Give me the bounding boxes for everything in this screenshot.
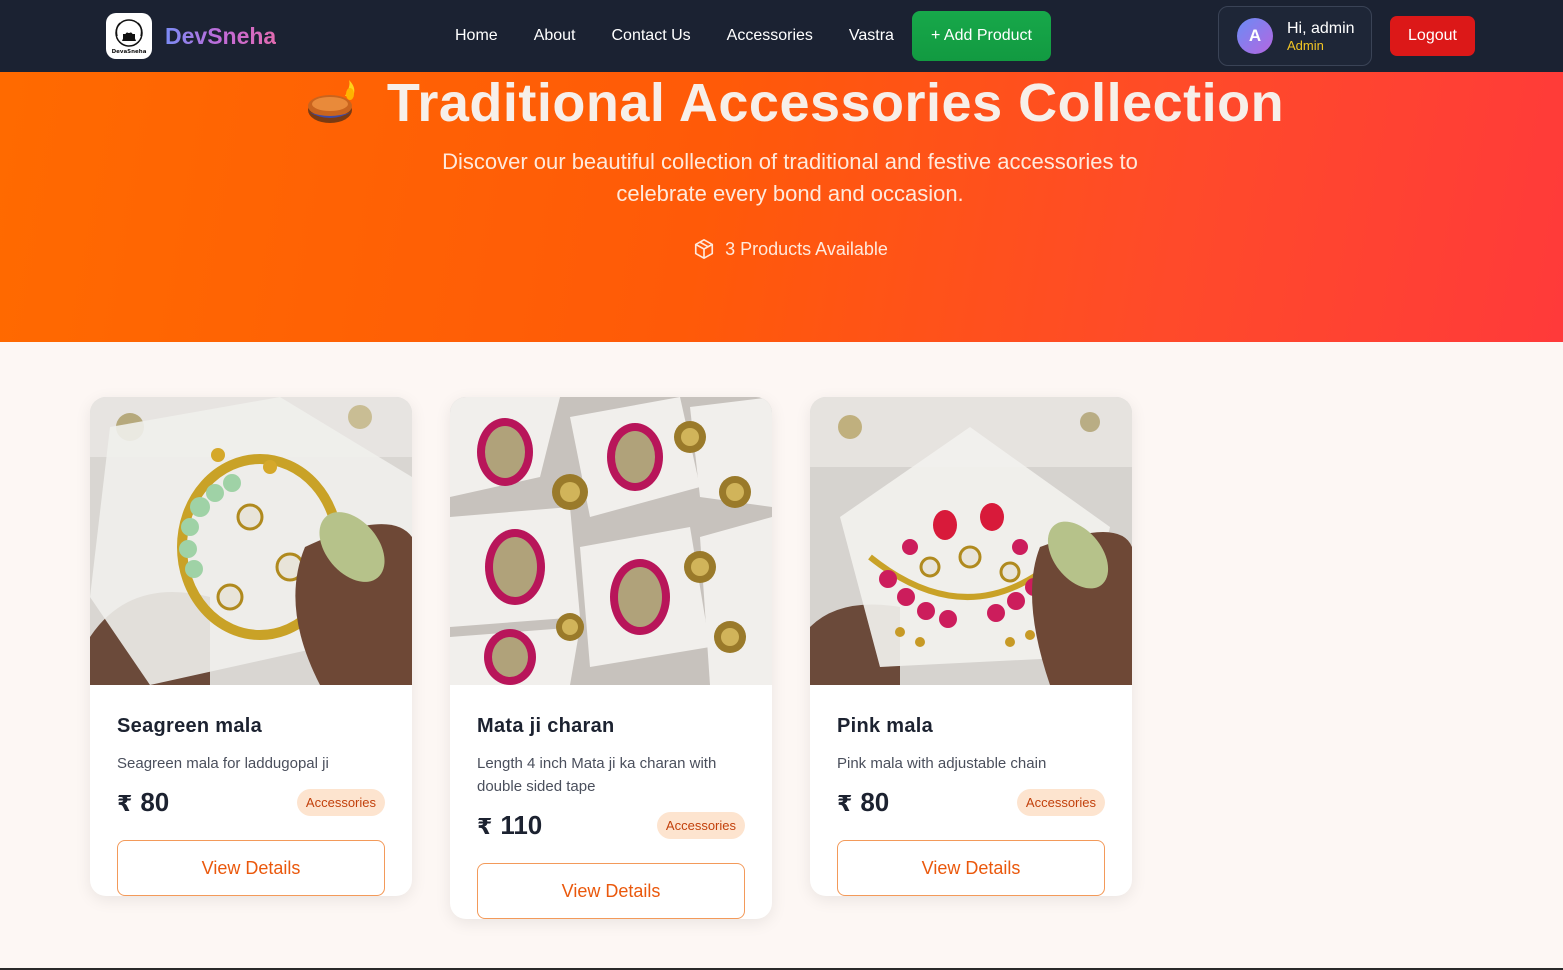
rupee-symbol: ₹ — [837, 791, 853, 816]
brand-name: DevSneha — [165, 22, 277, 49]
category-badge: Accessories — [656, 812, 745, 839]
product-name: Seagreen mala — [117, 715, 263, 737]
package-icon — [695, 239, 714, 259]
product-card-body: Pink mala Pink mala with adjustable chai… — [810, 685, 1132, 896]
product-price: ₹80 — [837, 787, 889, 818]
brand-logo-icon: DevaSneha — [106, 13, 152, 59]
product-description: Pink mala with adjustable chain — [837, 755, 1047, 772]
diya-icon — [307, 80, 355, 123]
rupee-symbol: ₹ — [477, 814, 493, 839]
view-details-button[interactable]: View Details — [477, 863, 745, 919]
hero-banner: Traditional Accessories Collection Disco… — [0, 72, 1563, 342]
product-price: ₹110 — [477, 810, 542, 841]
product-card[interactable]: Seagreen mala Seagreen mala for laddugop… — [90, 397, 412, 896]
view-details-button[interactable]: View Details — [117, 840, 385, 896]
product-image[interactable] — [90, 397, 412, 685]
nav-home[interactable]: Home — [455, 27, 498, 45]
user-role: Admin — [1287, 37, 1324, 53]
product-image[interactable] — [450, 397, 772, 685]
rupee-symbol: ₹ — [117, 791, 133, 816]
product-description: Length 4 inch Mata ji ka charan with dou… — [477, 755, 717, 795]
user-info: Hi, admin Admin — [1287, 19, 1355, 54]
product-count-text: 3 Products Available — [725, 238, 888, 259]
product-card[interactable]: Mata ji charan Length 4 inch Mata ji ka … — [450, 397, 772, 919]
view-details-button[interactable]: View Details — [837, 840, 1105, 896]
user-greeting: Hi, admin — [1287, 19, 1355, 37]
category-badge: Accessories — [1016, 789, 1105, 816]
hero-title-row: Traditional Accessories Collection — [0, 72, 1563, 134]
user-profile[interactable]: A Hi, admin Admin — [1218, 6, 1372, 66]
product-count: 3 Products Available — [0, 238, 1563, 260]
product-name: Pink mala — [837, 715, 934, 737]
price-row: ₹80 Accessories — [117, 787, 385, 818]
product-card-body: Seagreen mala Seagreen mala for laddugop… — [90, 685, 412, 896]
svg-text:DevaSneha: DevaSneha — [112, 49, 147, 55]
nav-accessories[interactable]: Accessories — [727, 27, 813, 45]
nav-contact[interactable]: Contact Us — [612, 27, 691, 45]
product-image[interactable] — [810, 397, 1132, 685]
product-name: Mata ji charan — [477, 715, 615, 737]
category-badge: Accessories — [296, 789, 385, 816]
brand[interactable]: DevaSneha DevSneha — [106, 13, 276, 59]
logout-button[interactable]: Logout — [1390, 16, 1475, 56]
price-value: 110 — [500, 810, 543, 840]
product-price: ₹80 — [117, 787, 169, 818]
nav-vastra[interactable]: Vastra — [849, 27, 894, 45]
product-card-body: Mata ji charan Length 4 inch Mata ji ka … — [450, 685, 772, 919]
page-title: Traditional Accessories Collection — [386, 73, 1285, 133]
top-navbar: DevaSneha DevSneha Home About Contact Us… — [0, 0, 1563, 72]
hero-subtitle: Discover our beautiful collection of tra… — [442, 149, 1138, 206]
price-row: ₹110 Accessories — [477, 810, 745, 841]
product-description: Seagreen mala for laddugopal ji — [117, 755, 329, 772]
price-value: 80 — [860, 787, 890, 817]
nav-about[interactable]: About — [534, 27, 576, 45]
nav-links: Home About Contact Us Accessories Vastra — [455, 0, 930, 72]
avatar: A — [1237, 18, 1273, 54]
price-value: 80 — [140, 787, 170, 817]
price-row: ₹80 Accessories — [837, 787, 1105, 818]
add-product-button[interactable]: + Add Product — [912, 11, 1051, 61]
product-card[interactable]: Pink mala Pink mala with adjustable chai… — [810, 397, 1132, 896]
